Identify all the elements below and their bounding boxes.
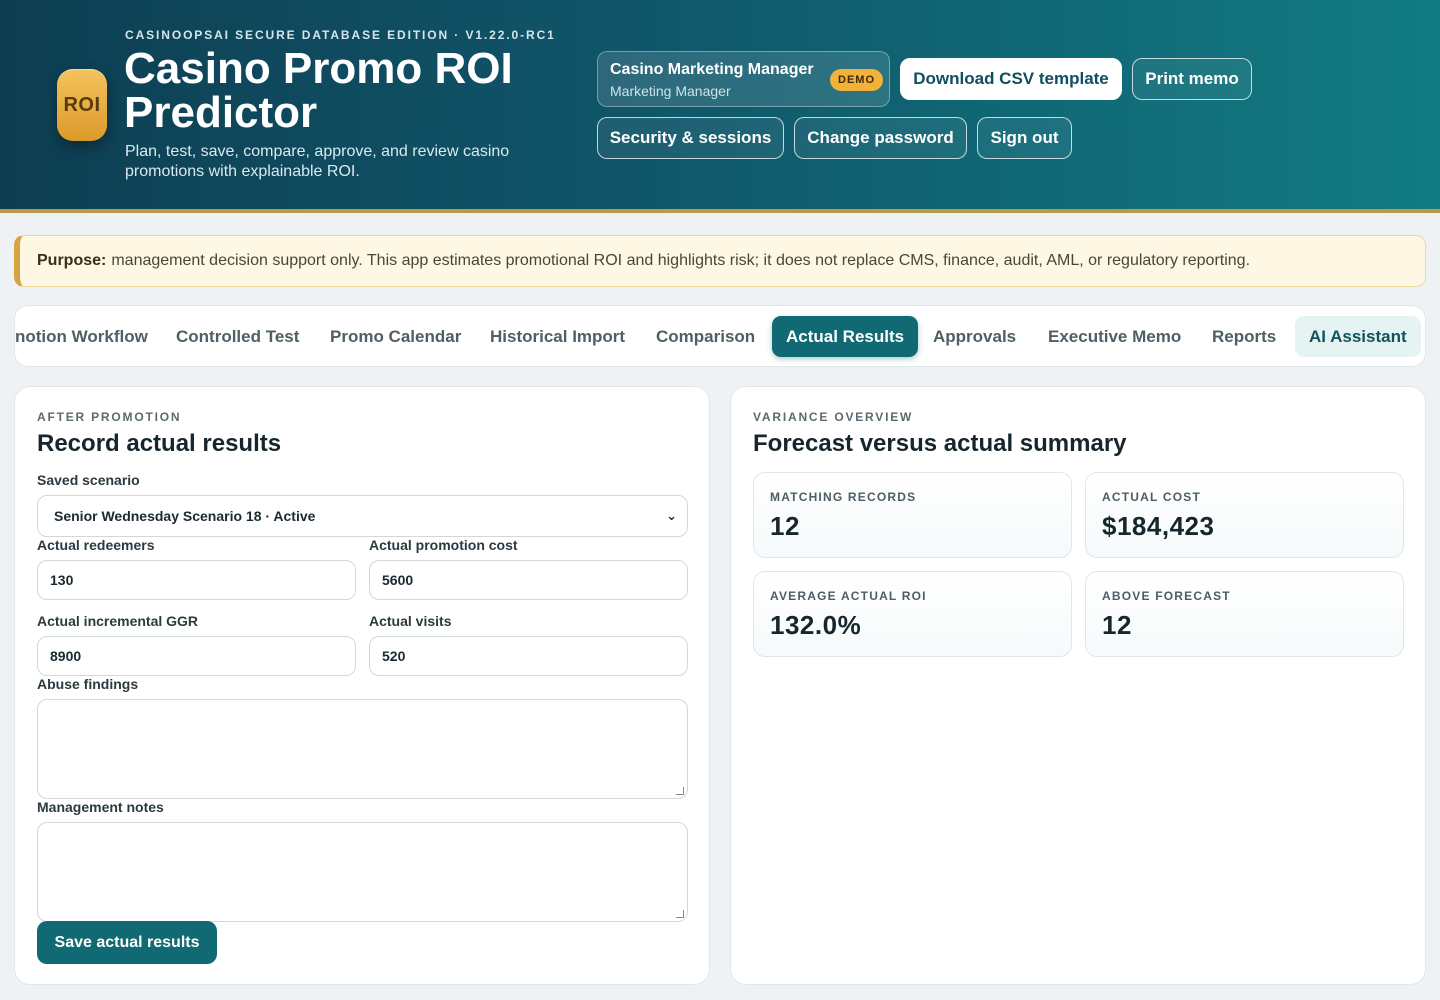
purpose-label: Purpose: xyxy=(37,252,107,269)
app-header: ROI CASINOOPSAI SECURE DATABASE EDITION … xyxy=(0,0,1440,213)
actual-redeemers-label: Actual redeemers xyxy=(37,537,155,553)
stat-value: 12 xyxy=(1102,610,1132,640)
stat-value: $184,423 xyxy=(1102,511,1215,541)
actual-cost-label: Actual promotion cost xyxy=(369,537,518,553)
abuse-findings-textarea[interactable] xyxy=(37,699,688,799)
saved-scenario-value: Senior Wednesday Scenario 18 · Active xyxy=(54,508,316,524)
security-sessions-button[interactable]: Security & sessions xyxy=(597,117,784,159)
actual-ggr-value: 8900 xyxy=(50,648,82,664)
actual-visits-value: 520 xyxy=(382,648,406,664)
panel-title: Record actual results xyxy=(37,430,282,457)
edition-label: CASINOOPSAI SECURE DATABASE EDITION · V1… xyxy=(125,28,556,42)
roi-logo: ROI xyxy=(57,69,107,141)
actual-redeemers-value: 130 xyxy=(50,572,74,588)
tab-comparison[interactable]: Comparison xyxy=(642,316,769,357)
page-subtitle: Plan, test, save, compare, approve, and … xyxy=(125,143,510,180)
actual-ggr-label: Actual incremental GGR xyxy=(37,613,199,629)
stat-label: MATCHING RECORDS xyxy=(770,490,917,504)
stat-value: 12 xyxy=(770,511,800,541)
stat-card-actual-cost: ACTUAL COST $184,423 xyxy=(1085,472,1404,558)
user-card: Casino Marketing Manager Marketing Manag… xyxy=(597,51,890,107)
resize-grip-icon[interactable] xyxy=(676,910,684,918)
stat-card-average-roi: AVERAGE ACTUAL ROI 132.0% xyxy=(753,571,1072,657)
tab-promo-calendar[interactable]: Promo Calendar xyxy=(316,316,475,357)
sign-out-button[interactable]: Sign out xyxy=(977,117,1072,159)
user-name: Casino Marketing Manager xyxy=(610,61,814,78)
panel-eyebrow: VARIANCE OVERVIEW xyxy=(753,410,914,424)
change-password-button[interactable]: Change password xyxy=(794,117,967,159)
saved-scenario-select[interactable]: Senior Wednesday Scenario 18 · Active ⌄ xyxy=(37,495,688,537)
management-notes-textarea[interactable] xyxy=(37,822,688,922)
tab-actual-results[interactable]: Actual Results xyxy=(772,316,919,357)
purpose-banner: Purpose: management decision support onl… xyxy=(14,235,1426,287)
stat-value: 132.0% xyxy=(770,610,862,640)
tab-ai-assistant[interactable]: AI Assistant xyxy=(1295,316,1421,357)
download-csv-button[interactable]: Download CSV template xyxy=(900,58,1122,100)
purpose-text: management decision support only. This a… xyxy=(111,252,1251,269)
abuse-findings-label: Abuse findings xyxy=(37,676,139,692)
actual-visits-input[interactable]: 520 xyxy=(369,636,688,676)
tab-approvals[interactable]: Approvals xyxy=(919,316,1030,357)
main-tabs: notion Workflow Controlled Test Promo Ca… xyxy=(14,305,1426,367)
record-results-panel: AFTER PROMOTION Record actual results Sa… xyxy=(14,386,710,985)
management-notes-label: Management notes xyxy=(37,799,164,815)
actual-visits-label: Actual visits xyxy=(369,613,452,629)
resize-grip-icon[interactable] xyxy=(676,787,684,795)
stat-card-above-forecast: ABOVE FORECAST 12 xyxy=(1085,571,1404,657)
actual-cost-value: 5600 xyxy=(382,572,414,588)
demo-badge: DEMO xyxy=(830,69,883,91)
save-actual-results-button[interactable]: Save actual results xyxy=(37,921,217,964)
chevron-down-icon: ⌄ xyxy=(666,508,677,523)
stat-label: AVERAGE ACTUAL ROI xyxy=(770,589,927,603)
tab-promotion-workflow[interactable]: notion Workflow xyxy=(15,316,162,357)
stat-card-matching-records: MATCHING RECORDS 12 xyxy=(753,472,1072,558)
page-title: Casino Promo ROI Predictor xyxy=(124,44,513,137)
actual-ggr-input[interactable]: 8900 xyxy=(37,636,356,676)
tab-controlled-test[interactable]: Controlled Test xyxy=(162,316,313,357)
actual-redeemers-input[interactable]: 130 xyxy=(37,560,356,600)
variance-overview-panel: VARIANCE OVERVIEW Forecast versus actual… xyxy=(730,386,1426,985)
saved-scenario-label: Saved scenario xyxy=(37,472,140,488)
panel-title: Forecast versus actual summary xyxy=(753,430,1127,457)
tab-executive-memo[interactable]: Executive Memo xyxy=(1034,316,1195,357)
stat-label: ACTUAL COST xyxy=(1102,490,1201,504)
tab-historical-import[interactable]: Historical Import xyxy=(476,316,639,357)
print-memo-button[interactable]: Print memo xyxy=(1132,58,1252,100)
tab-reports[interactable]: Reports xyxy=(1198,316,1290,357)
user-role: Marketing Manager xyxy=(610,83,731,99)
panel-eyebrow: AFTER PROMOTION xyxy=(37,410,182,424)
actual-cost-input[interactable]: 5600 xyxy=(369,560,688,600)
stat-label: ABOVE FORECAST xyxy=(1102,589,1231,603)
